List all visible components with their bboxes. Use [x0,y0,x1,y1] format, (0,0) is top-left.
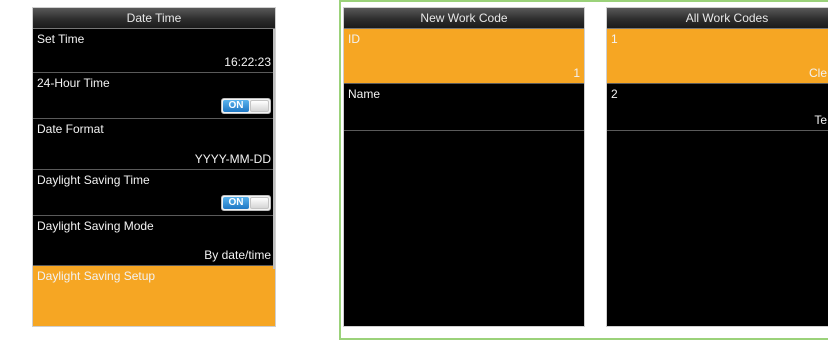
work-code-id-label: 1 [611,32,618,46]
all-work-codes-screen: All Work Codes 1 Cle 2 Te [607,8,828,326]
toggle-on-label: ON [223,197,249,209]
daylight-saving-mode-row[interactable]: Daylight Saving Mode By date/time [33,216,275,266]
24-hour-time-row[interactable]: 24-Hour Time ON [33,73,275,119]
daylight-saving-mode-value: By date/time [204,248,271,262]
work-code-name-value: Cle [808,66,827,80]
work-code-row-2[interactable]: 2 Te [607,84,828,131]
date-format-row[interactable]: Date Format YYYY-MM-DD [33,119,275,170]
id-value: 1 [573,66,580,80]
all-work-codes-title: All Work Codes [607,8,828,29]
24-hour-time-toggle[interactable]: ON [221,98,271,114]
id-row[interactable]: ID 1 [344,29,584,84]
toggle-on-label: ON [223,100,249,112]
set-time-value: 16:22:23 [224,55,271,69]
daylight-saving-time-label: Daylight Saving Time [37,173,150,187]
daylight-saving-setup-row[interactable]: Daylight Saving Setup [33,266,275,326]
set-time-row[interactable]: Set Time 16:22:23 [33,29,275,73]
date-format-label: Date Format [37,122,104,136]
name-label: Name [348,87,381,101]
work-code-id-label: 2 [611,87,618,101]
scrollbar[interactable] [273,29,275,269]
name-row[interactable]: Name [344,84,584,131]
date-time-screen: Date Time Set Time 16:22:23 24-Hour Time… [33,8,275,326]
work-code-row-1[interactable]: 1 Cle [607,29,828,84]
daylight-saving-setup-label: Daylight Saving Setup [37,269,156,283]
24-hour-time-label: 24-Hour Time [37,76,110,90]
toggle-knob [250,197,269,209]
daylight-saving-mode-label: Daylight Saving Mode [37,219,154,233]
toggle-knob [250,100,269,112]
new-work-code-title: New Work Code [344,8,584,29]
daylight-saving-time-row[interactable]: Daylight Saving Time ON [33,170,275,216]
work-code-name-value: Te [814,113,827,127]
date-time-title: Date Time [33,8,275,29]
new-work-code-screen: New Work Code ID 1 Name [344,8,584,326]
daylight-saving-time-toggle[interactable]: ON [221,195,271,211]
set-time-label: Set Time [37,32,85,46]
date-format-value: YYYY-MM-DD [194,152,271,166]
id-label: ID [348,32,360,46]
